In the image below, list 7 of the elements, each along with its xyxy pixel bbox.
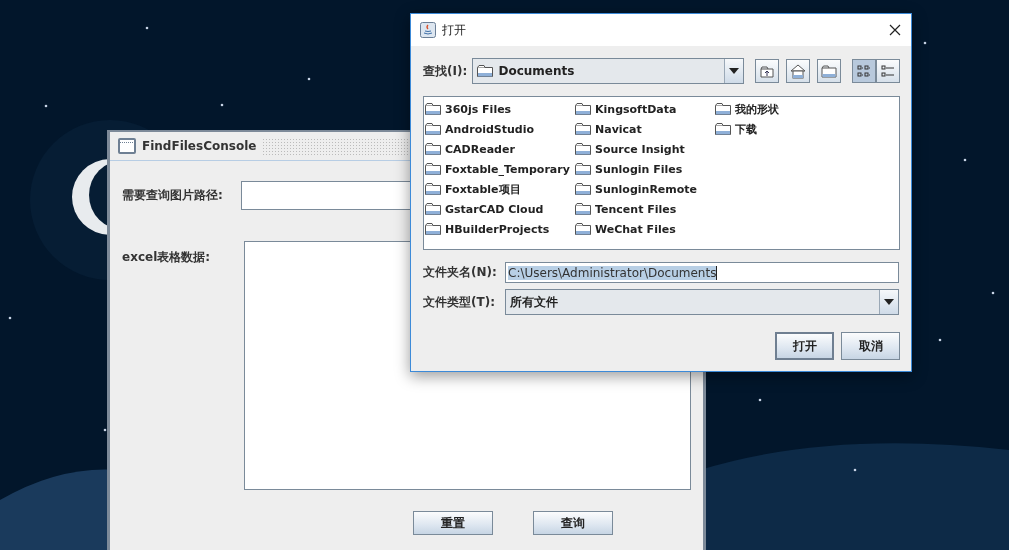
field-label: 查找(I): — [423, 62, 469, 80]
field-label: 需要查询图片路径: — [122, 187, 224, 204]
window-title: 打开 — [442, 21, 467, 39]
field-label: 文件类型(T): — [423, 293, 496, 311]
field-label: 文件夹名(N): — [423, 264, 498, 281]
window-title: FindFilesConsole — [142, 139, 257, 153]
field-label: excel表格数据: — [122, 249, 212, 266]
